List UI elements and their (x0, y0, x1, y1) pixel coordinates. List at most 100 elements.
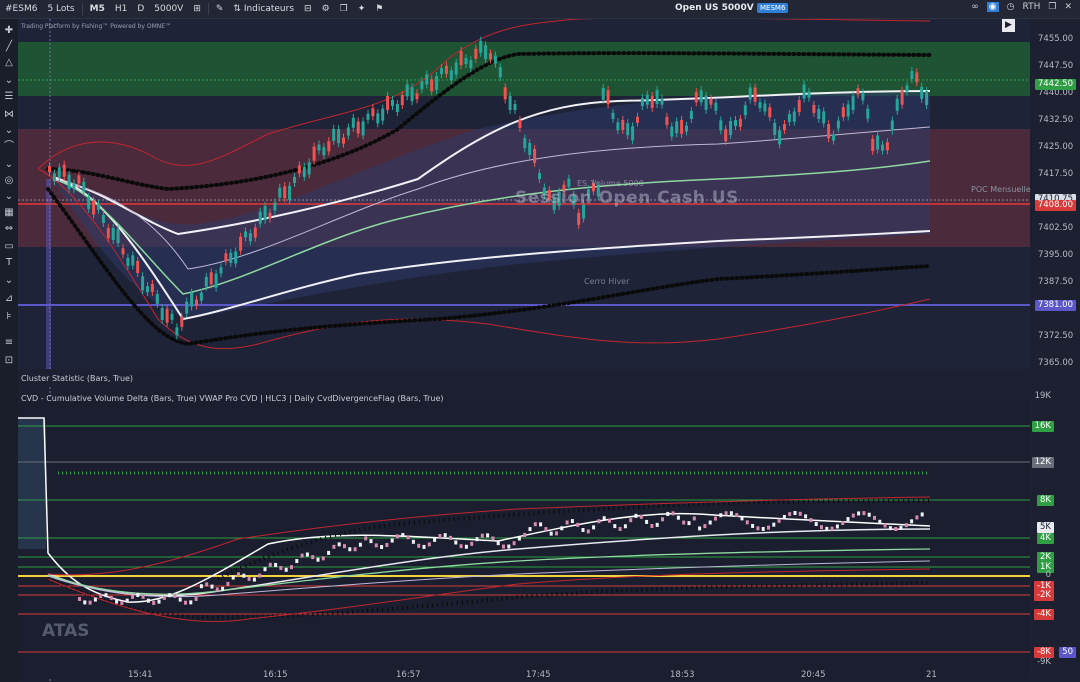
rth-button[interactable]: RTH (1023, 2, 1041, 12)
cvd-candle (507, 544, 511, 549)
magnet-icon[interactable]: ◎ (3, 175, 15, 187)
cvd-candle (655, 522, 659, 527)
cvd-candle (517, 536, 521, 541)
expand-icon[interactable]: ⌄ (3, 191, 15, 203)
chart-layout-icon[interactable]: ⊞ (188, 4, 206, 14)
cvd-candle (751, 523, 755, 528)
text-tool-icon[interactable]: T (3, 257, 15, 269)
settings-icon[interactable]: ⚙ (317, 4, 335, 14)
cvd-candle (565, 520, 569, 525)
price-tick: 7395.00 (1038, 250, 1073, 260)
expand-icon[interactable]: ⌄ (3, 125, 15, 137)
toolbar-divider (207, 3, 209, 15)
expand-icon[interactable]: ⌄ (3, 75, 15, 87)
cvd-candle (343, 544, 346, 549)
template-icon[interactable]: ⊟ (299, 4, 317, 14)
line-tool-icon[interactable]: ╱ (3, 41, 15, 53)
cvd-level-label[interactable]: 19K (1032, 391, 1054, 402)
cvd-title[interactable]: CVD - Cumulative Volume Delta (Bars, Tru… (21, 394, 444, 403)
volume-filter[interactable]: 5000V (149, 4, 188, 14)
cvd-candle (830, 526, 834, 531)
measure-tool-icon[interactable]: ⇔ (3, 223, 15, 235)
indicators-button[interactable]: ⇅ Indicateurs (228, 4, 299, 14)
cvd-candle (740, 516, 744, 521)
timeframe-m5[interactable]: M5 (85, 4, 110, 14)
price-tick: 7425.00 (1038, 142, 1073, 152)
cvd-candle (544, 527, 548, 532)
toolbar: #ESM6 5 Lots M5 H1 D 5000V ⊞ ✎ ⇅ Indicat… (0, 0, 1080, 19)
cvd-level-label[interactable]: -4K (1033, 609, 1054, 620)
cvd-candle (618, 526, 622, 531)
close-icon[interactable]: ✕ (1064, 2, 1072, 12)
cvd-level-label[interactable]: -2K (1033, 590, 1054, 601)
cvd-initial-spike (18, 419, 46, 549)
cvd-candle (141, 594, 145, 599)
lots-selector[interactable]: 5 Lots (42, 4, 79, 14)
price-level-label[interactable]: 7381.00 (1034, 300, 1076, 311)
crosshair-icon[interactable]: ✚ (3, 25, 15, 37)
price-tick: 7455.00 (1038, 34, 1073, 44)
price-level-label[interactable]: 7442.50 (1034, 79, 1076, 90)
cvd-candle (676, 515, 680, 520)
cvd-candle (358, 542, 362, 547)
cluster-stat-title[interactable]: Cluster Statistic (Bars, True) (21, 374, 133, 383)
curve-tool-icon[interactable]: ⌒ (3, 141, 15, 153)
cvd-level-label[interactable]: 12K (1031, 457, 1054, 468)
price-level-label[interactable]: 7408.00 (1034, 200, 1076, 211)
cvd-candle (592, 525, 596, 530)
cvd-candle (396, 534, 399, 539)
symbol-selector[interactable]: #ESM6 (0, 4, 42, 14)
draw-icon[interactable]: ✎ (211, 4, 229, 14)
cvd-candle (772, 522, 776, 527)
cvd-candle (910, 519, 914, 524)
pattern-tool-icon[interactable]: ⋈ (3, 109, 15, 121)
cvd-candle (194, 596, 198, 601)
timeframe-d[interactable]: D (132, 4, 149, 14)
cvd-level-label[interactable]: 0 (1043, 570, 1054, 581)
cvd-candle (332, 544, 336, 549)
ruler-icon[interactable]: ▭ (3, 241, 15, 253)
price-tick: 7402.50 (1038, 223, 1073, 233)
shape-tool-icon[interactable]: △ (3, 57, 15, 69)
cvd-level-label[interactable]: 8K (1037, 495, 1054, 506)
cvd-level-label[interactable]: 16K (1031, 421, 1054, 432)
fib-tool-icon[interactable]: ☰ (3, 91, 15, 103)
expand-icon[interactable]: ⌄ (3, 275, 15, 287)
timeframe-h1[interactable]: H1 (110, 4, 133, 14)
restore-icon[interactable]: ❐ (1048, 2, 1056, 12)
cvd-level-label[interactable]: 5K (1037, 522, 1054, 533)
chart-canvas[interactable]: 7455.007447.507440.007432.507425.007417.… (18, 19, 1080, 682)
profile-tool-icon[interactable]: ▦ (3, 207, 15, 219)
ai-icon[interactable]: ✦ (353, 4, 371, 14)
camera-icon[interactable]: ◉ (986, 2, 999, 12)
cvd-candle (321, 556, 325, 561)
cvd-candle (708, 520, 712, 525)
time-tick: 18:53 (670, 670, 695, 680)
time-tick: 17:45 (526, 670, 551, 680)
time-tick: 16:57 (396, 670, 421, 680)
expand-icon[interactable]: ⌄ (3, 159, 15, 171)
cvd-level-label[interactable]: 4K (1037, 533, 1054, 544)
cvd-candle (178, 597, 182, 602)
copy-icon[interactable]: ❐ (335, 4, 353, 14)
cvd-candle (576, 522, 580, 527)
lock-icon[interactable]: ⊡ (3, 355, 15, 367)
instrument-badge[interactable]: MESM6 (757, 3, 789, 13)
play-button[interactable]: ▶ (1002, 19, 1015, 32)
alert-icon[interactable]: ⚑ (370, 4, 388, 14)
cvd-candle (502, 544, 505, 549)
levels-tool-icon[interactable]: ⊧ (3, 311, 15, 323)
cvd-candle (888, 526, 892, 531)
cvd-candle (449, 535, 452, 540)
clock-icon[interactable]: ◷ (1007, 2, 1015, 12)
trend-angle-icon[interactable]: ⊿ (3, 293, 15, 305)
cvd-candle (295, 559, 299, 564)
link-icon[interactable]: ∞ (971, 2, 979, 12)
cvd-candle (756, 526, 760, 531)
cvd-candle (623, 524, 627, 529)
cvd-level-label[interactable]: -9K (1034, 657, 1054, 668)
cvd-candle (602, 516, 606, 521)
more-tools-icon[interactable]: ≡ (3, 337, 15, 349)
cvd-candle (104, 593, 108, 598)
cvd-candle (411, 539, 415, 544)
